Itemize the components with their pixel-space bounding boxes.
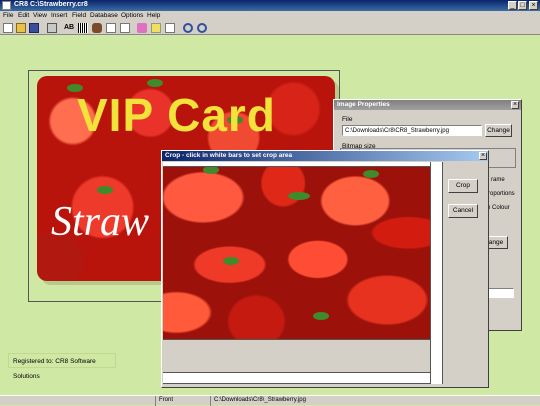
- menu-edit[interactable]: Edit: [18, 11, 29, 21]
- file-path-field[interactable]: C:\Downloads\Cr8\CR8_Strawberry.jpg: [342, 125, 482, 136]
- new-icon[interactable]: [3, 23, 13, 33]
- menu-view[interactable]: View: [33, 11, 47, 21]
- toolbar: AB: [0, 21, 540, 35]
- minimize-button[interactable]: _: [508, 1, 517, 10]
- crop-bottom-area[interactable]: [163, 339, 430, 373]
- app-icon: [2, 1, 11, 10]
- frame-option[interactable]: rame: [491, 177, 505, 183]
- open-icon[interactable]: [16, 23, 26, 33]
- menu-bar: File Edit View Insert Field Database Opt…: [0, 11, 540, 21]
- crop-button[interactable]: Crop: [448, 179, 478, 193]
- change-file-button[interactable]: Change: [485, 124, 512, 137]
- image-properties-close-button[interactable]: ×: [511, 101, 519, 109]
- menu-insert[interactable]: Insert: [51, 11, 67, 21]
- card-title-text[interactable]: VIP Card: [77, 88, 276, 142]
- window-title: CR8 C:\Strawberry.cr8: [14, 1, 88, 8]
- maximize-button[interactable]: □: [518, 1, 527, 10]
- pencil-icon[interactable]: [151, 23, 161, 33]
- file-label: File: [342, 116, 353, 123]
- crop-image[interactable]: [163, 162, 430, 339]
- card-subtitle-text[interactable]: Straw: [51, 198, 149, 246]
- crop-top-bar[interactable]: [163, 162, 430, 167]
- crop-close-button[interactable]: ×: [479, 152, 487, 160]
- registration-label: Registered to: CR8 Software Solutions: [8, 353, 116, 380]
- zoom-in-icon[interactable]: [165, 23, 175, 33]
- print-icon[interactable]: [47, 23, 57, 33]
- menu-file[interactable]: File: [3, 11, 13, 21]
- image-icon[interactable]: [92, 23, 102, 33]
- crop-right-bar[interactable]: [430, 162, 443, 384]
- crop-dialog-title: Crop - click in white bars to set crop a…: [162, 151, 488, 161]
- barcode-icon[interactable]: [78, 23, 88, 33]
- app-title-bar: CR8 C:\Strawberry.cr8 _ □ ×: [0, 0, 540, 11]
- colour-option[interactable]: n Colour: [487, 205, 510, 211]
- status-bar: Front C:\Downloads\Cr8\_Strawberry.jpg: [0, 395, 540, 406]
- text-icon[interactable]: AB: [64, 23, 74, 33]
- menu-field[interactable]: Field: [72, 11, 86, 21]
- database-icon[interactable]: [137, 23, 147, 33]
- shape-icon[interactable]: [120, 23, 130, 33]
- magnifier-icon[interactable]: [197, 23, 207, 33]
- menu-options[interactable]: Options: [121, 11, 143, 21]
- zoom-out-icon[interactable]: [183, 23, 193, 33]
- menu-help[interactable]: Help: [147, 11, 160, 21]
- crop-dialog: Crop - click in white bars to set crop a…: [161, 150, 489, 388]
- proportions-option[interactable]: roportions: [488, 191, 515, 197]
- photo-icon[interactable]: [106, 23, 116, 33]
- close-button[interactable]: ×: [529, 1, 538, 10]
- cancel-button[interactable]: Cancel: [448, 204, 478, 218]
- image-properties-title: Image Properties: [334, 100, 521, 110]
- crop-bottom-bar[interactable]: [163, 373, 430, 384]
- menu-database[interactable]: Database: [90, 11, 118, 21]
- save-icon[interactable]: [29, 23, 39, 33]
